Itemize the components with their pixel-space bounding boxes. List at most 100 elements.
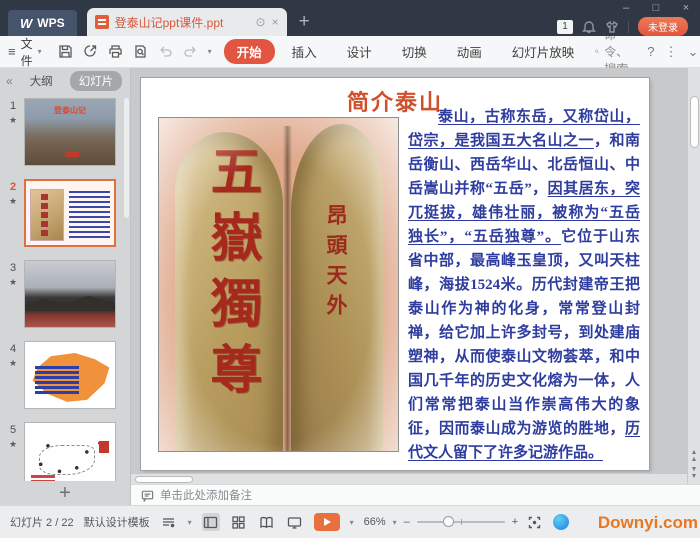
- notes-toggle-caret-icon[interactable]: ▾: [188, 518, 192, 527]
- slide-thumbnail-2[interactable]: 2 ★: [2, 179, 130, 247]
- quick-access-toolbar: ▾: [58, 44, 212, 60]
- thumbnail-china-map: [25, 342, 115, 408]
- tab-outline[interactable]: 大纲: [21, 71, 62, 91]
- output-icon[interactable]: [83, 44, 99, 60]
- slide-thumbnail-3[interactable]: 3 ★: [2, 260, 130, 328]
- taishan-stone-image[interactable]: 五嶽獨尊 昂頭天外: [158, 117, 399, 452]
- ribbon-tabs: 开始 插入 设计 切换 动画 幻灯片放映: [224, 39, 588, 64]
- slide-body-text[interactable]: 泰山，古称东岳，又称岱山，岱宗，是我国五大名山之一，和南岳衡山、西岳华山、北岳恒…: [408, 105, 640, 465]
- quickbar-dropdown-icon[interactable]: ▾: [208, 47, 212, 56]
- print-preview-icon[interactable]: [133, 44, 149, 60]
- fit-to-window-icon[interactable]: [525, 513, 543, 531]
- zoom-in-button[interactable]: +: [512, 516, 518, 528]
- play-slideshow-button[interactable]: [314, 513, 340, 531]
- horizontal-scrollbar-thumb[interactable]: [135, 476, 193, 483]
- window-controls: – □ ×: [612, 0, 700, 16]
- zoom-slider-knob[interactable]: [443, 516, 454, 527]
- ribbon-bar: ≡ 文件 ▾ ▾ 开始: [0, 36, 700, 68]
- tab-transitions[interactable]: 切换: [389, 39, 440, 64]
- new-tab-button[interactable]: +: [299, 8, 310, 36]
- document-tab-title: 登泰山记ppt课件.ppt: [115, 14, 250, 31]
- notes-placeholder: 单击此处添加备注: [160, 487, 252, 503]
- add-slide-button[interactable]: +: [0, 481, 130, 505]
- tab-home[interactable]: 开始: [224, 39, 275, 64]
- login-button[interactable]: 未登录: [638, 17, 688, 36]
- skin-icon[interactable]: [605, 20, 619, 34]
- redo-icon[interactable]: [183, 44, 199, 60]
- previous-slide-icon[interactable]: ▲▲: [691, 449, 698, 463]
- slide-number: 2: [10, 181, 16, 193]
- collapse-panel-icon[interactable]: «: [6, 74, 13, 88]
- more-options-icon[interactable]: ⋮: [664, 44, 677, 60]
- animation-star-icon: ★: [9, 277, 17, 288]
- print-icon[interactable]: [108, 44, 124, 60]
- slide-number: 4: [10, 343, 16, 355]
- document-tab[interactable]: 登泰山记ppt课件.ppt ⊙ ×: [87, 8, 287, 36]
- slide-canvas: 简介泰山 五嶽獨尊 昂頭天外 泰山，古称东岳，又称岱山，岱宗，是我国五大名山之一…: [131, 68, 700, 484]
- tab-close-icon[interactable]: ×: [272, 15, 279, 29]
- tab-pin-icon[interactable]: ⊙: [256, 15, 266, 29]
- play-dropdown-icon[interactable]: ▾: [350, 518, 354, 527]
- slide-page[interactable]: 简介泰山 五嶽獨尊 昂頭天外 泰山，古称东岳，又称岱山，岱宗，是我国五大名山之一…: [141, 78, 649, 470]
- wps-logo-icon: W: [20, 16, 32, 31]
- animation-star-icon: ★: [9, 196, 17, 207]
- vertical-scrollbar-thumb[interactable]: [690, 96, 699, 148]
- hamburger-icon: ≡: [8, 44, 16, 59]
- assistant-icon[interactable]: [553, 514, 569, 530]
- titlebar-separator: [628, 21, 629, 33]
- slide-thumbnail-1[interactable]: 1 ★ 登泰山记: [2, 98, 130, 166]
- zoom-slider[interactable]: [417, 521, 505, 523]
- titlebar-right: – □ × 1 未登录: [557, 0, 700, 36]
- slide-number: 1: [10, 100, 16, 112]
- slide-sorter-view-icon[interactable]: [230, 513, 248, 531]
- slide-thumbnail-4[interactable]: 4 ★: [2, 341, 130, 409]
- play-icon: [324, 518, 331, 526]
- zoom-controls: 66% ▾ – +: [364, 513, 544, 531]
- help-icon[interactable]: ?: [647, 44, 654, 59]
- bell-icon[interactable]: [582, 20, 596, 34]
- panel-scrollbar[interactable]: [124, 98, 129, 218]
- thumbnail-mountain-photo: 登泰山记: [25, 99, 115, 165]
- zoom-caret-icon: ▾: [393, 518, 397, 527]
- message-count-badge[interactable]: 1: [557, 20, 573, 34]
- slide-thumbnail-5[interactable]: 5 ★: [2, 422, 130, 481]
- next-slide-icon[interactable]: ▼▼: [691, 466, 698, 480]
- panel-tabs: « 大纲 幻灯片: [0, 68, 130, 94]
- reading-view-icon[interactable]: [258, 513, 276, 531]
- thumbnail-mountain-flowers-photo: [25, 261, 115, 327]
- tab-design[interactable]: 设计: [334, 39, 385, 64]
- design-template-label[interactable]: 默认设计模板: [84, 514, 150, 530]
- minimize-button[interactable]: –: [612, 0, 640, 16]
- thumbnail-route-diagram: [25, 423, 115, 481]
- undo-icon[interactable]: [158, 44, 174, 60]
- tab-animations[interactable]: 动画: [444, 39, 495, 64]
- slide-number: 5: [10, 424, 16, 436]
- vertical-scrollbar[interactable]: ▲▲ ▼▼: [687, 68, 700, 484]
- notes-bar[interactable]: 单击此处添加备注: [131, 484, 700, 505]
- stone-inscription-left: 五嶽獨尊: [193, 144, 268, 408]
- collapse-ribbon-icon[interactable]: ⌄: [687, 44, 698, 60]
- tab-slides[interactable]: 幻灯片: [70, 71, 123, 91]
- horizontal-scrollbar[interactable]: [131, 473, 687, 484]
- close-button[interactable]: ×: [672, 0, 700, 16]
- animation-star-icon: ★: [9, 115, 17, 126]
- notes-toggle-icon[interactable]: [160, 513, 178, 531]
- wps-menu-button[interactable]: W WPS: [8, 10, 77, 36]
- wps-presentation-window: W WPS 登泰山记ppt课件.ppt ⊙ × + – □ × 1: [0, 0, 700, 538]
- titlebar-badges: 1 未登录: [557, 17, 688, 36]
- file-menu[interactable]: ≡ 文件 ▾: [8, 35, 42, 69]
- tab-insert[interactable]: 插入: [279, 39, 330, 64]
- maximize-button[interactable]: □: [642, 0, 670, 16]
- file-menu-label: 文件: [21, 35, 33, 69]
- slide-counter: 幻灯片 2 / 22: [10, 514, 74, 530]
- thumb-title: 登泰山记: [25, 105, 115, 116]
- animation-star-icon: ★: [9, 358, 17, 369]
- status-bar: 幻灯片 2 / 22 默认设计模板 ▾ ▾ 66% ▾ – +: [0, 505, 700, 538]
- tab-slideshow[interactable]: 幻灯片放映: [499, 39, 588, 64]
- slideshow-view-icon[interactable]: [286, 513, 304, 531]
- normal-view-icon[interactable]: [202, 513, 220, 531]
- thumbnail-list: 1 ★ 登泰山记 2 ★: [0, 94, 130, 481]
- zoom-level[interactable]: 66%: [364, 516, 386, 528]
- zoom-out-button[interactable]: –: [404, 516, 410, 528]
- save-icon[interactable]: [58, 44, 74, 60]
